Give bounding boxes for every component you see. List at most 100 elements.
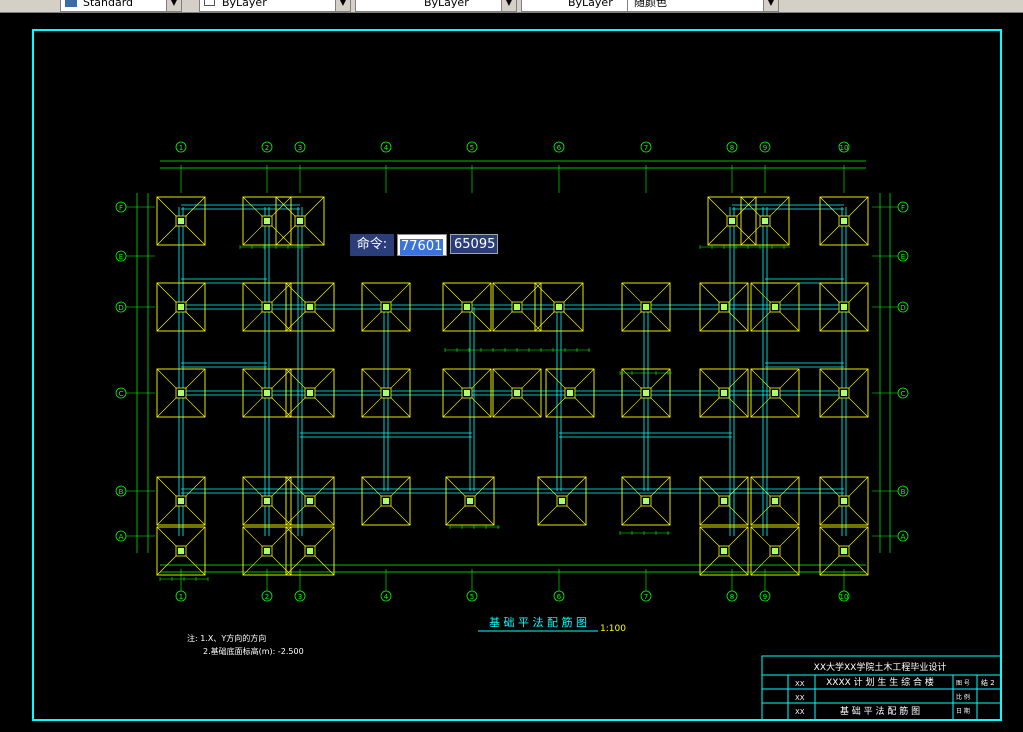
- column-fill: [721, 304, 727, 310]
- column-fill: [559, 498, 565, 504]
- column-fill: [307, 498, 313, 504]
- axis-label-bottom: 10: [840, 593, 849, 601]
- axis-label-right: E: [901, 253, 905, 261]
- axis-label-left: B: [119, 488, 124, 496]
- title-block-sheet-no: 结 2: [981, 678, 995, 687]
- title-block-scale-label: 比 例: [956, 693, 970, 701]
- chevron-down-icon: ▼: [763, 0, 778, 11]
- axis-label-bottom: 7: [644, 593, 648, 601]
- column-fill: [841, 498, 847, 504]
- note-1: 注: 1.X、Y方向的方向: [187, 633, 266, 643]
- column-fill: [772, 498, 778, 504]
- axis-label-left: E: [119, 253, 123, 261]
- axis-label-bottom: 5: [470, 593, 474, 601]
- axis-label-bottom: 8: [730, 593, 734, 601]
- drawing-scale: 1:100: [600, 624, 626, 634]
- layer-dropdown[interactable]: ByLayer ▼: [199, 0, 351, 12]
- column-fill: [264, 498, 270, 504]
- axis-label-left: F: [119, 204, 123, 212]
- axis-label-left: A: [119, 533, 124, 541]
- column-fill: [464, 304, 470, 310]
- axis-label-top: 4: [384, 144, 389, 152]
- text-style-dropdown[interactable]: Standard ▼: [60, 0, 182, 12]
- column-fill: [383, 390, 389, 396]
- title-block-project: XX大学XX学院土木工程毕业设计: [814, 661, 947, 673]
- axis-label-bottom: 9: [763, 593, 767, 601]
- axis-label-right: C: [901, 390, 906, 398]
- column-fill: [556, 304, 562, 310]
- title-block-date-label: 日 期: [956, 707, 970, 715]
- title-block-row-1: XX: [795, 680, 805, 688]
- text-style-icon: [65, 0, 77, 7]
- axis-label-top: 3: [298, 144, 302, 152]
- drawing-canvas[interactable]: XX大学XX学院土木工程毕业设计 XXXX 计 划 生 生 综 合 楼 基 础 …: [0, 13, 1023, 732]
- column-fill: [841, 304, 847, 310]
- column-fill: [721, 498, 727, 504]
- axis-label-top: 7: [644, 144, 648, 152]
- coordinate-x-value: 77601: [400, 239, 444, 255]
- column-fill: [464, 390, 470, 396]
- note-2: 2.基础底面标高(m): -2.500: [203, 646, 304, 656]
- column-fill: [297, 218, 303, 224]
- column-fill: [307, 548, 313, 554]
- axis-label-top: 5: [470, 144, 474, 152]
- axis-label-bottom: 1: [179, 593, 183, 601]
- plot-style-dropdown[interactable]: 随颜色 ▼: [627, 0, 779, 12]
- column-fill: [178, 304, 184, 310]
- axis-label-right: D: [900, 304, 905, 312]
- column-fill: [567, 390, 573, 396]
- axis-label-top: 9: [763, 144, 767, 152]
- column-fill: [514, 390, 520, 396]
- column-fill: [514, 304, 520, 310]
- column-fill: [264, 390, 270, 396]
- title-block-row-3: XX: [795, 708, 805, 716]
- chevron-down-icon: ▼: [335, 0, 350, 11]
- axis-label-right: A: [901, 533, 906, 541]
- axis-label-right: B: [901, 488, 906, 496]
- column-fill: [643, 304, 649, 310]
- title-block-sheet-label: 图 号: [956, 680, 970, 687]
- axis-label-bottom: 3: [298, 593, 302, 601]
- axis-label-right: F: [901, 204, 905, 212]
- column-fill: [841, 218, 847, 224]
- column-fill: [772, 548, 778, 554]
- column-fill: [264, 304, 270, 310]
- linetype-dropdown[interactable]: ByLayer ▼: [355, 0, 517, 12]
- axis-label-top: 2: [265, 144, 269, 152]
- column-fill: [729, 218, 735, 224]
- column-fill: [841, 548, 847, 554]
- axis-label-bottom: 4: [384, 593, 389, 601]
- column-fill: [307, 390, 313, 396]
- column-fill: [643, 498, 649, 504]
- column-fill: [178, 390, 184, 396]
- axis-label-left: C: [119, 390, 124, 398]
- title-block-row-2: XX: [795, 694, 805, 702]
- axis-label-left: D: [118, 304, 123, 312]
- coordinate-x-input[interactable]: 77601: [397, 234, 447, 256]
- chevron-down-icon: ▼: [501, 0, 516, 11]
- column-fill: [772, 390, 778, 396]
- column-fill: [721, 548, 727, 554]
- axis-label-top: 6: [557, 144, 562, 152]
- axis-label-bottom: 6: [557, 593, 562, 601]
- layer-icon: [204, 0, 215, 6]
- axis-label-top: 8: [730, 144, 734, 152]
- column-fill: [721, 390, 727, 396]
- title-block-drawing: 基 础 平 法 配 筋 图: [840, 705, 920, 717]
- column-fill: [841, 390, 847, 396]
- column-fill: [178, 548, 184, 554]
- title-block-building: XXXX 计 划 生 生 综 合 楼: [826, 676, 934, 688]
- axis-label-bottom: 2: [265, 593, 269, 601]
- column-fill: [264, 218, 270, 224]
- chevron-down-icon: ▼: [166, 0, 181, 11]
- column-fill: [772, 304, 778, 310]
- column-fill: [383, 498, 389, 504]
- column-fill: [643, 390, 649, 396]
- column-fill: [178, 218, 184, 224]
- column-fill: [467, 498, 473, 504]
- coordinate-y-input[interactable]: 65095: [450, 234, 498, 254]
- column-fill: [762, 218, 768, 224]
- axis-label-top: 1: [179, 144, 183, 152]
- command-prompt-label: 命令:: [350, 234, 394, 256]
- column-fill: [178, 498, 184, 504]
